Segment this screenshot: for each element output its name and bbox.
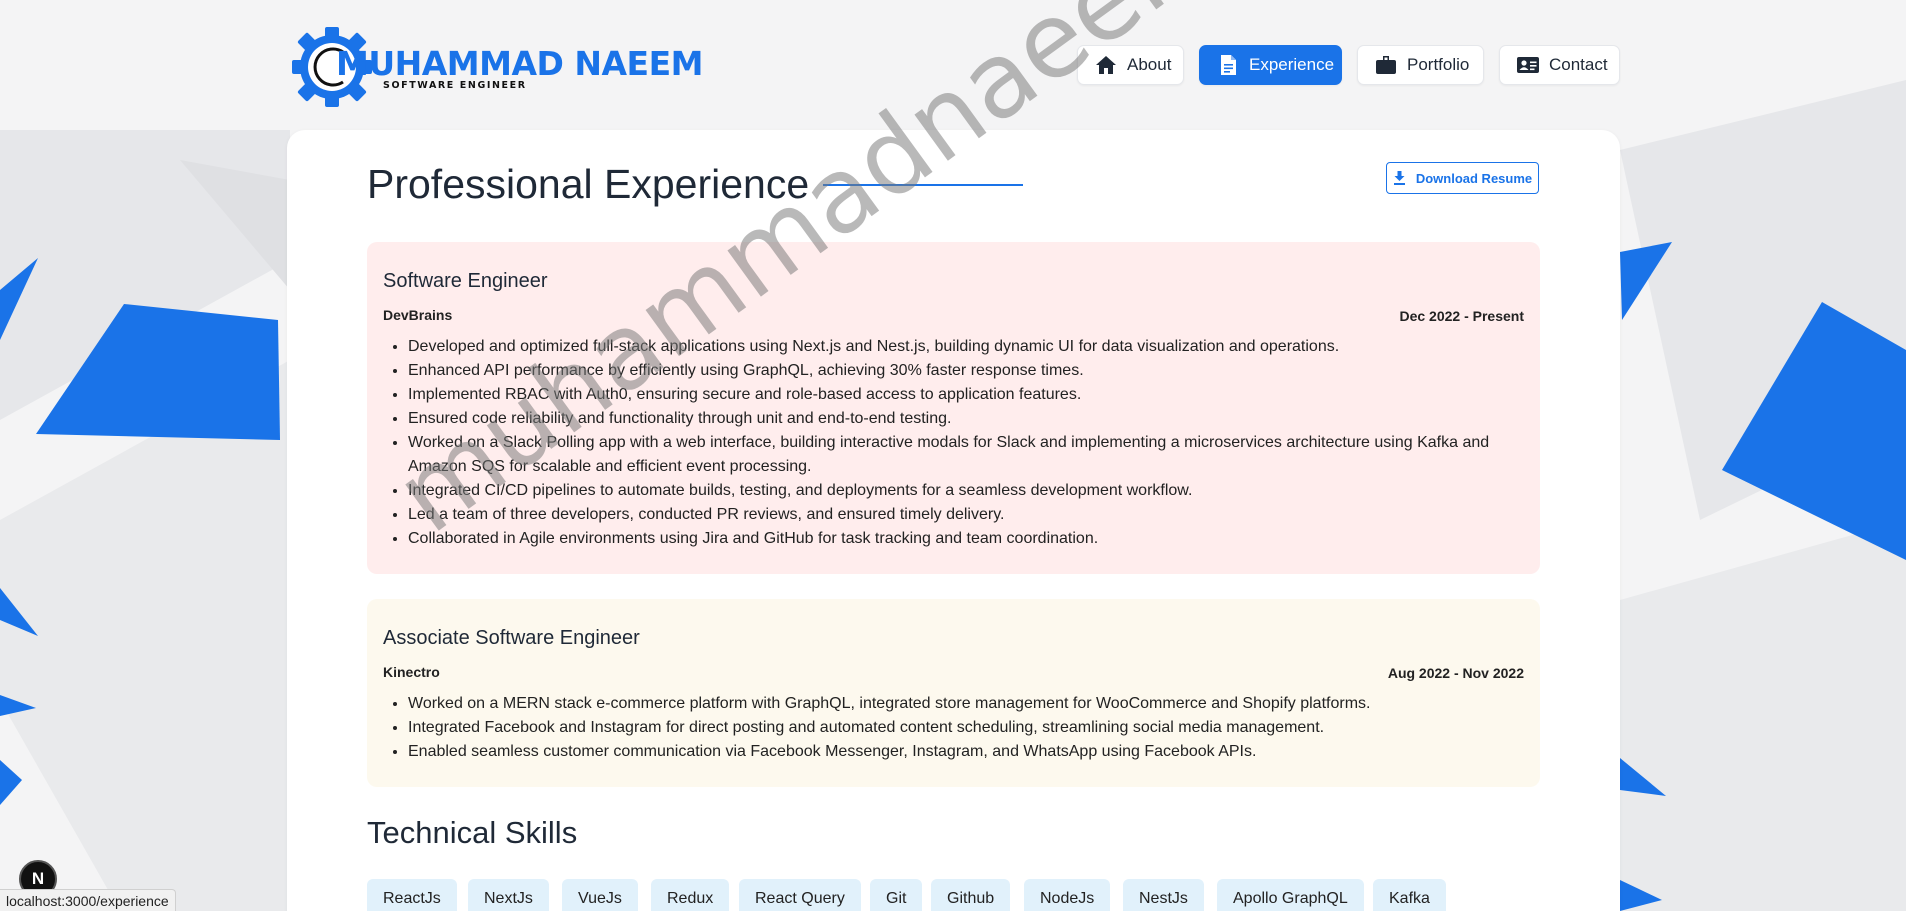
briefcase-icon — [1376, 56, 1396, 74]
nav-experience[interactable]: Experience — [1199, 45, 1342, 85]
nav-contact-label: Contact — [1549, 55, 1608, 74]
brand-name: MUHAMMAD NAEEM — [336, 44, 703, 83]
skill-tag: React Query — [739, 879, 861, 911]
job-title: Associate Software Engineer — [383, 627, 640, 649]
job-title: Software Engineer — [383, 270, 548, 292]
experience-item: Software Engineer DevBrains Dec 2022 - P… — [367, 242, 1540, 574]
nextjs-badge-letter: N — [31, 869, 45, 888]
job-company: DevBrains — [383, 307, 453, 323]
skill-tag: VueJs — [562, 879, 638, 911]
responsibility-item: Integrated CI/CD pipelines to automate b… — [408, 479, 1518, 503]
skill-tag: NestJs — [1123, 879, 1204, 911]
download-resume-label: Download Resume — [1415, 170, 1533, 186]
page-title: Professional Experience — [367, 161, 810, 207]
job-responsibilities: Worked on a MERN stack e-commerce platfo… — [408, 692, 1518, 764]
responsibility-item: Ensured code reliability and functionali… — [408, 407, 1518, 431]
download-resume-button[interactable]: Download Resume — [1386, 162, 1539, 194]
link-status-url: localhost:3000/experience — [0, 889, 176, 911]
nav-portfolio[interactable]: Portfolio — [1357, 45, 1484, 85]
job-responsibilities: Developed and optimized full-stack appli… — [408, 335, 1518, 551]
skill-tag: Git — [870, 879, 923, 911]
nav-portfolio-label: Portfolio — [1407, 55, 1470, 74]
skill-tag: Apollo GraphQL — [1217, 879, 1364, 911]
responsibility-item: Integrated Facebook and Instagram for di… — [408, 716, 1518, 740]
experience-item: Associate Software Engineer Kinectro Aug… — [367, 599, 1540, 787]
document-icon — [1221, 55, 1236, 75]
nav-about-label: About — [1127, 55, 1172, 74]
skill-tag: Github — [931, 879, 1011, 911]
brand-subtitle: SOFTWARE ENGINEER — [383, 80, 527, 91]
job-dates: Aug 2022 - Nov 2022 — [1387, 665, 1524, 681]
responsibility-item: Enhanced API performance by efficiently … — [408, 359, 1518, 383]
nav-contact[interactable]: Contact — [1499, 45, 1620, 85]
responsibility-item: Led a team of three developers, conducte… — [408, 503, 1518, 527]
skill-tag: Redux — [651, 879, 730, 911]
responsibility-item: Developed and optimized full-stack appli… — [408, 335, 1518, 359]
home-icon — [1096, 56, 1116, 74]
contact-card-icon — [1517, 57, 1539, 73]
responsibility-item: Implemented RBAC with Auth0, ensuring se… — [408, 383, 1518, 407]
skill-tag: Kafka — [1373, 879, 1446, 911]
download-icon — [1393, 171, 1405, 185]
skills-title: Technical Skills — [367, 815, 578, 850]
skill-tag: NodeJs — [1024, 879, 1111, 911]
skill-tag: ReactJs — [367, 879, 457, 911]
responsibility-item: Worked on a Slack Polling app with a web… — [408, 431, 1518, 479]
site-logo[interactable]: MUHAMMAD NAEEM SOFTWARE ENGINEER — [291, 26, 703, 108]
job-company: Kinectro — [383, 664, 440, 680]
responsibility-item: Collaborated in Agile environments using… — [408, 527, 1518, 551]
title-divider — [823, 184, 1023, 186]
job-dates: Dec 2022 - Present — [1399, 308, 1524, 324]
skill-tag: NextJs — [468, 879, 549, 911]
nav-experience-label: Experience — [1249, 55, 1335, 74]
site-header: MUHAMMAD NAEEM SOFTWARE ENGINEER About E… — [0, 0, 1906, 130]
experience-card: Professional Experience Download Resume … — [287, 130, 1620, 911]
responsibility-item: Worked on a MERN stack e-commerce platfo… — [408, 692, 1518, 716]
responsibility-item: Enabled seamless customer communication … — [408, 740, 1518, 764]
nav-about[interactable]: About — [1077, 45, 1184, 85]
